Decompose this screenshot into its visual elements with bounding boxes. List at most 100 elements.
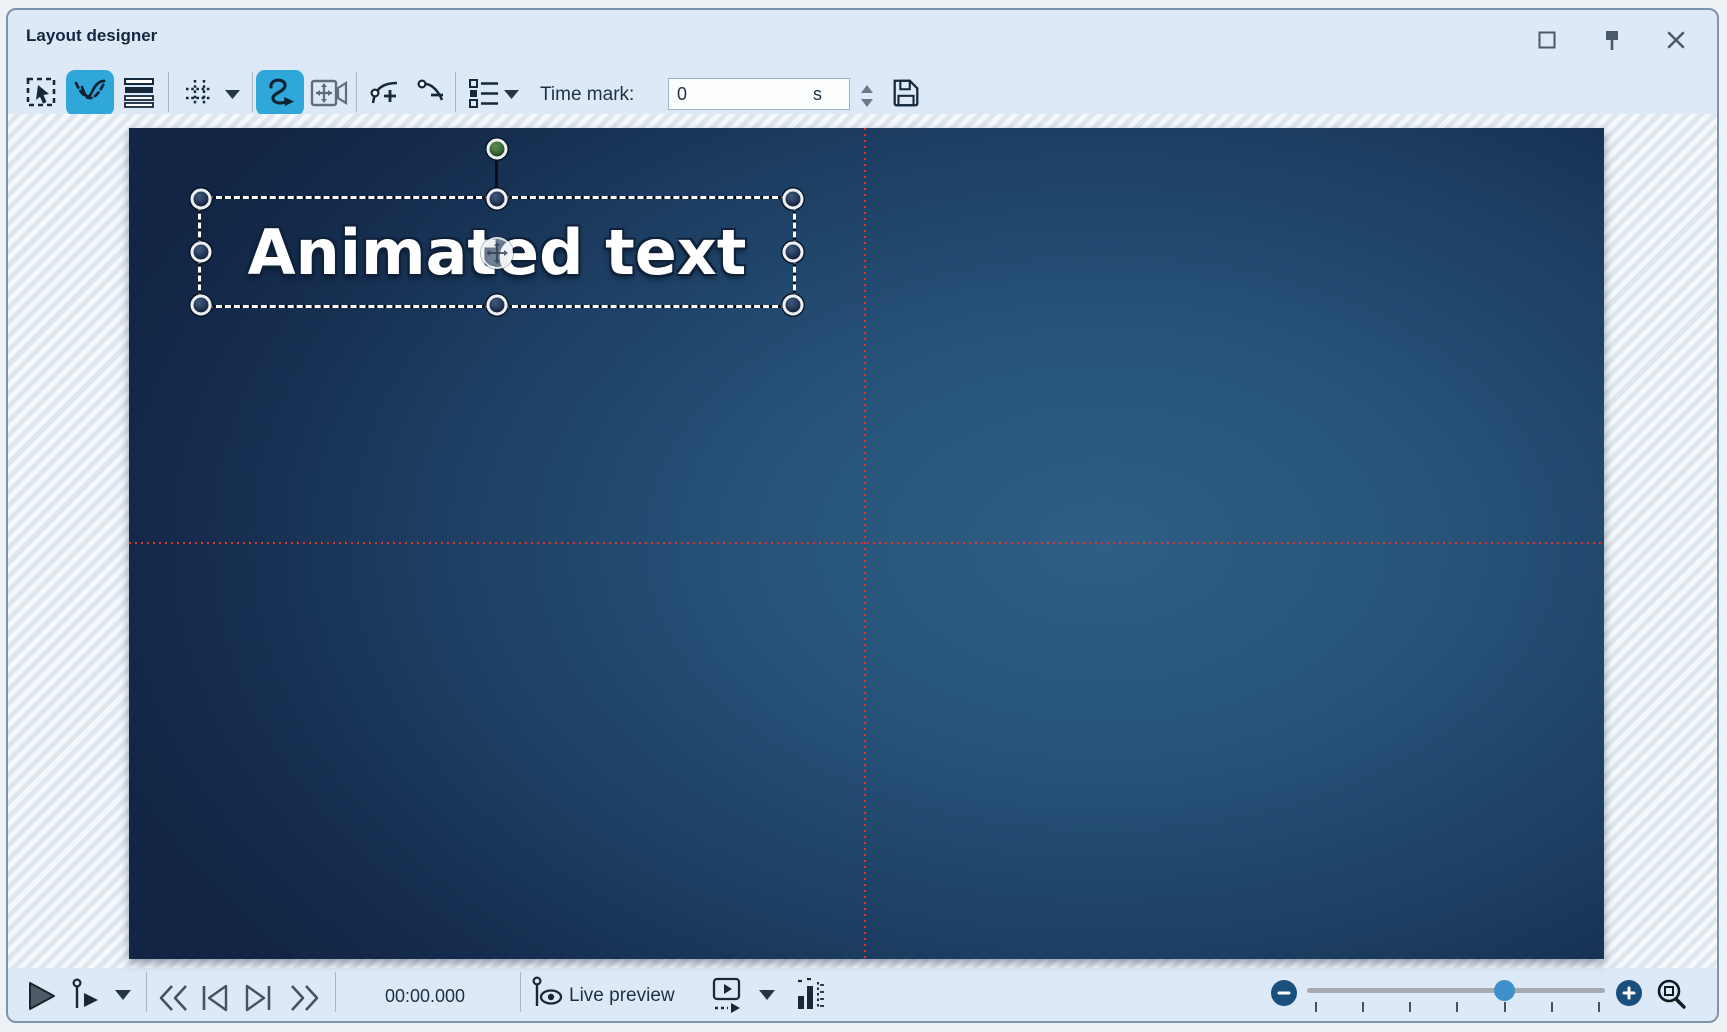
rotation-handle[interactable] (487, 139, 508, 160)
screen: Layout designer (0, 0, 1727, 1032)
zoom-tick (1598, 1002, 1600, 1012)
zoom-tick (1551, 1002, 1553, 1012)
layers-button[interactable] (115, 70, 163, 116)
bottom-separator (335, 972, 336, 1012)
preview-window-button[interactable] (712, 976, 742, 1016)
minus-icon (1277, 986, 1291, 1000)
resize-handle-bottom-center[interactable] (487, 295, 508, 316)
resize-handle-bottom-left[interactable] (191, 295, 212, 316)
time-mark-label: Time mark: (540, 84, 634, 106)
zoom-tick (1315, 1002, 1317, 1012)
camera-pan-icon (310, 77, 348, 109)
toolbar-separator (168, 72, 169, 112)
spinner-down-button[interactable] (856, 96, 878, 109)
zoom-in-button[interactable] (1616, 980, 1642, 1006)
bottom-separator (146, 972, 147, 1012)
spline-icon (263, 76, 297, 110)
time-mark-spinner (856, 80, 878, 110)
toolbar-separator (252, 72, 253, 112)
rewind-button[interactable] (157, 984, 191, 1012)
fast-forward-button[interactable] (287, 984, 321, 1012)
motion-path-button[interactable] (66, 70, 114, 116)
bezier-remove-node-icon (414, 76, 448, 110)
resize-handle-middle-right[interactable] (783, 242, 804, 263)
list-options-button[interactable] (460, 70, 508, 116)
live-preview-toggle[interactable] (532, 976, 564, 1014)
resize-handle-top-left[interactable] (191, 189, 212, 210)
bezier-add-node-icon (368, 76, 402, 110)
zoom-tick (1409, 1002, 1411, 1012)
rewind-icon (157, 984, 191, 1012)
grid-icon (183, 77, 215, 109)
move-handle[interactable] (481, 237, 513, 269)
list-dropdown-arrow[interactable] (503, 89, 519, 99)
list-options-icon (468, 77, 500, 109)
live-preview-label: Live preview (569, 985, 675, 1007)
next-frame-button[interactable] (243, 984, 273, 1012)
levels-button[interactable] (797, 978, 825, 1012)
live-preview-eye-icon (532, 976, 564, 1014)
layout-canvas[interactable]: Animated text (129, 128, 1604, 959)
spinner-up-button[interactable] (856, 82, 878, 95)
play-icon (28, 981, 56, 1011)
pin-icon (1602, 29, 1622, 53)
zoom-tick (1504, 1002, 1506, 1012)
maximize-icon (1537, 30, 1557, 50)
bezier-add-node-button[interactable] (361, 70, 409, 116)
toolbar-separator (356, 72, 357, 112)
play-from-marker-button[interactable] (72, 978, 102, 1012)
grid-dropdown-arrow[interactable] (224, 89, 240, 99)
play-from-marker-icon (72, 978, 102, 1012)
play-options-dropdown-arrow[interactable] (115, 990, 131, 1000)
bezier-remove-node-button[interactable] (407, 70, 455, 116)
window-title: Layout designer (26, 26, 157, 46)
bottom-separator (520, 972, 521, 1012)
resize-handle-top-right[interactable] (783, 189, 804, 210)
move-arrows-icon (486, 242, 508, 264)
close-button[interactable] (1661, 25, 1691, 55)
zoom-slider-thumb[interactable] (1494, 980, 1515, 1001)
zoom-slider-track[interactable] (1307, 988, 1605, 993)
resize-handle-top-center[interactable] (487, 189, 508, 210)
levels-icon (797, 978, 825, 1012)
play-button[interactable] (28, 981, 56, 1011)
camera-pan-button[interactable] (305, 70, 353, 116)
zoom-out-button[interactable] (1271, 980, 1297, 1006)
fast-forward-icon (287, 984, 321, 1012)
zoom-fit-icon (1656, 978, 1690, 1010)
previous-frame-icon (200, 984, 230, 1012)
previous-frame-button[interactable] (200, 984, 230, 1012)
playback-time-display: 00:00.000 (355, 986, 495, 1007)
toolbar-separator (455, 72, 456, 112)
marquee-select-icon (25, 75, 59, 111)
preview-window-icon (712, 976, 742, 1016)
resize-handle-middle-left[interactable] (191, 242, 212, 263)
chevron-down-icon (115, 990, 131, 1000)
pin-button[interactable] (1597, 26, 1627, 56)
grid-button[interactable] (175, 70, 223, 116)
close-icon (1666, 30, 1686, 50)
chevron-down-icon (225, 90, 240, 99)
time-mark-input[interactable] (668, 78, 850, 110)
spline-button[interactable] (256, 70, 304, 116)
chevron-down-icon (861, 99, 873, 107)
save-icon (890, 77, 922, 109)
chevron-up-icon (861, 85, 873, 93)
preview-options-dropdown-arrow[interactable] (759, 990, 775, 1000)
marquee-select-button[interactable] (18, 70, 66, 116)
maximize-button[interactable] (1532, 25, 1562, 55)
plus-icon (1622, 986, 1636, 1000)
save-layout-button[interactable] (884, 70, 928, 116)
next-frame-icon (243, 984, 273, 1012)
chevron-down-icon (759, 990, 775, 1000)
resize-handle-bottom-right[interactable] (783, 295, 804, 316)
motion-path-icon (72, 75, 108, 111)
zoom-tick (1456, 1002, 1458, 1012)
center-guide-horizontal (129, 542, 1604, 544)
chevron-down-icon (504, 90, 519, 99)
zoom-tick (1362, 1002, 1364, 1012)
layers-icon (123, 77, 155, 109)
layout-designer-window: Layout designer (6, 8, 1719, 1023)
zoom-fit-button[interactable] (1656, 978, 1690, 1010)
designer-workspace: Animated text (8, 114, 1717, 968)
